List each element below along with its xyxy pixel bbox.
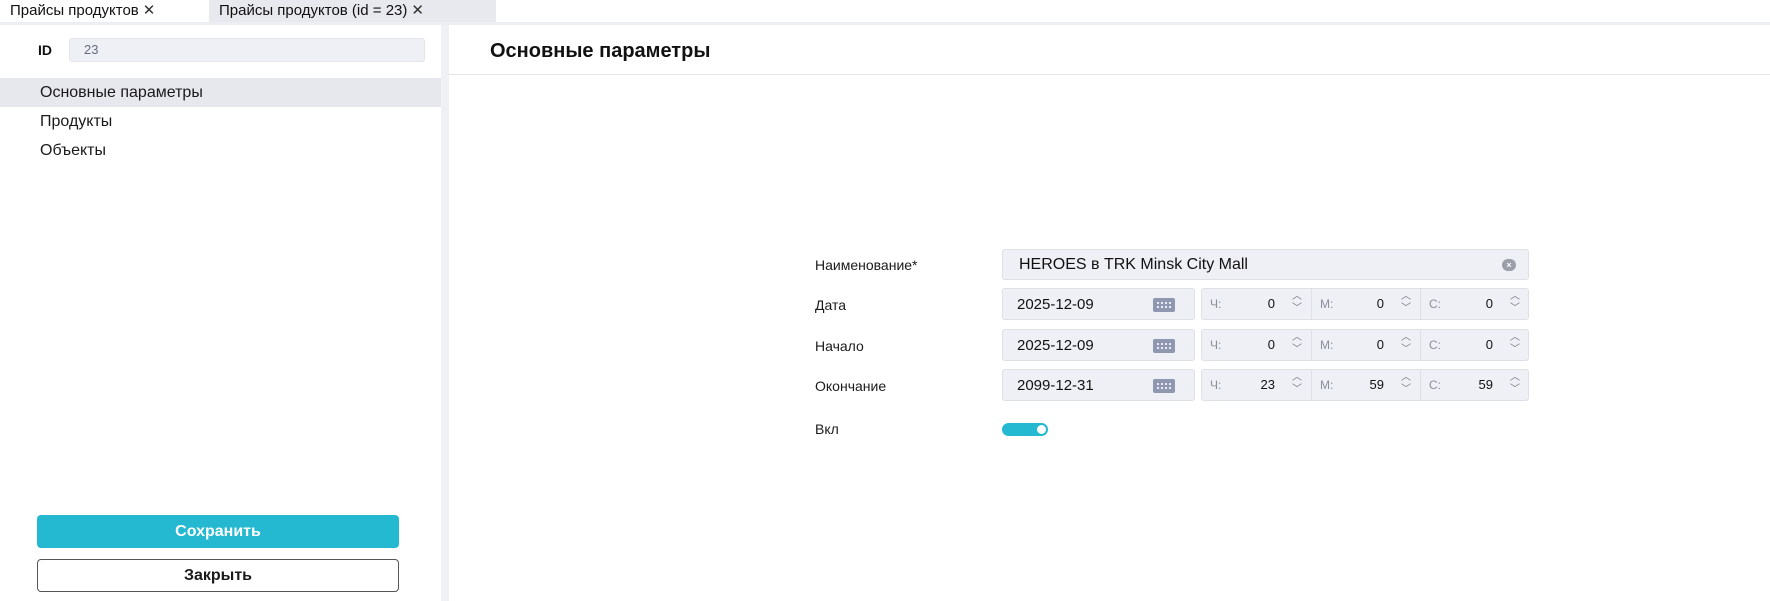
enabled-toggle[interactable] xyxy=(1002,423,1048,436)
sidebar-item-objects[interactable]: Объекты xyxy=(0,136,441,165)
chevron-up-icon[interactable]: ︿ xyxy=(1509,291,1521,303)
enabled-label: Вкл xyxy=(815,421,839,437)
minutes-stepper: ︿ ﹀ xyxy=(1400,372,1412,398)
save-button[interactable]: Сохранить xyxy=(37,515,399,548)
panel-divider xyxy=(441,25,449,601)
seconds-value: 59 xyxy=(1478,377,1493,392)
chevron-up-icon[interactable]: ︿ xyxy=(1509,372,1521,384)
seconds-stepper: ︿ ﹀ xyxy=(1509,372,1521,398)
hours-field[interactable]: Ч: 23 ︿ ﹀ xyxy=(1202,370,1311,400)
chevron-up-icon[interactable]: ︿ xyxy=(1400,372,1412,384)
date-time-picker: Ч: 0 ︿ ﹀ М: 0 ︿ ﹀ С: 0 ︿ ﹀ xyxy=(1201,288,1529,320)
main-panel: Основные параметры Наименование* HEROES … xyxy=(449,25,1770,601)
id-field: 23 xyxy=(69,38,425,62)
hours-value: 0 xyxy=(1267,337,1275,352)
tab-product-prices[interactable]: Прайсы продуктов ✕ xyxy=(0,0,207,22)
calendar-icon[interactable] xyxy=(1153,298,1175,312)
chevron-down-icon[interactable]: ﹀ xyxy=(1291,303,1303,315)
minutes-label: М: xyxy=(1320,297,1334,311)
sidebar: ID 23 Основные параметры Продукты Объект… xyxy=(0,25,447,601)
start-label: Начало xyxy=(815,338,864,354)
hours-field[interactable]: Ч: 0 ︿ ﹀ xyxy=(1202,289,1311,319)
sidebar-nav: Основные параметры Продукты Объекты xyxy=(0,78,441,165)
seconds-label: С: xyxy=(1429,378,1441,392)
chevron-down-icon[interactable]: ﹀ xyxy=(1509,384,1521,396)
end-date-input[interactable]: 2099-12-31 xyxy=(1002,369,1195,401)
date-label: Дата xyxy=(815,297,847,313)
chevron-down-icon[interactable]: ﹀ xyxy=(1509,303,1521,315)
page-title: Основные параметры xyxy=(490,40,711,62)
name-value: HEROES в TRK Minsk City Mall xyxy=(1019,256,1248,273)
seconds-stepper: ︿ ﹀ xyxy=(1509,332,1521,358)
hours-field[interactable]: Ч: 0 ︿ ﹀ xyxy=(1202,330,1311,360)
chevron-up-icon[interactable]: ︿ xyxy=(1291,372,1303,384)
date-input[interactable]: 2025-12-09 xyxy=(1002,288,1195,320)
minutes-label: М: xyxy=(1320,338,1334,352)
hours-stepper: ︿ ﹀ xyxy=(1291,291,1303,317)
hours-label: Ч: xyxy=(1210,297,1222,311)
end-date-value: 2099-12-31 xyxy=(1017,377,1094,394)
chevron-up-icon[interactable]: ︿ xyxy=(1291,332,1303,344)
hours-label: Ч: xyxy=(1210,338,1222,352)
minutes-label: М: xyxy=(1320,378,1334,392)
tab-label: Прайсы продуктов (id = 23) xyxy=(219,2,408,19)
tab-label: Прайсы продуктов xyxy=(10,2,139,19)
chevron-down-icon[interactable]: ﹀ xyxy=(1400,344,1412,356)
tab-product-prices-23[interactable]: Прайсы продуктов (id = 23) ✕ xyxy=(209,0,496,22)
minutes-field[interactable]: М: 0 ︿ ﹀ xyxy=(1311,289,1420,319)
minutes-field[interactable]: М: 59 ︿ ﹀ xyxy=(1311,370,1420,400)
sidebar-item-products[interactable]: Продукты xyxy=(0,107,441,136)
close-icon[interactable]: ✕ xyxy=(143,2,156,19)
name-input[interactable]: HEROES в TRK Minsk City Mall × xyxy=(1002,249,1529,280)
chevron-down-icon[interactable]: ﹀ xyxy=(1400,303,1412,315)
minutes-stepper: ︿ ﹀ xyxy=(1400,291,1412,317)
clear-icon[interactable]: × xyxy=(1502,259,1516,271)
date-value: 2025-12-09 xyxy=(1017,296,1094,313)
close-icon[interactable]: ✕ xyxy=(411,2,424,19)
seconds-field[interactable]: С: 0 ︿ ﹀ xyxy=(1420,330,1529,360)
chevron-up-icon[interactable]: ︿ xyxy=(1291,291,1303,303)
sidebar-item-main-params[interactable]: Основные параметры xyxy=(0,78,441,107)
seconds-stepper: ︿ ﹀ xyxy=(1509,291,1521,317)
seconds-field[interactable]: С: 59 ︿ ﹀ xyxy=(1420,370,1529,400)
seconds-value: 0 xyxy=(1485,337,1493,352)
close-button[interactable]: Закрыть xyxy=(37,559,399,592)
id-label: ID xyxy=(38,42,52,58)
seconds-label: С: xyxy=(1429,338,1441,352)
minutes-value: 59 xyxy=(1369,377,1384,392)
chevron-up-icon[interactable]: ︿ xyxy=(1509,332,1521,344)
tab-bar: Прайсы продуктов ✕ Прайсы продуктов (id =… xyxy=(0,0,1770,23)
title-divider xyxy=(449,74,1770,75)
seconds-label: С: xyxy=(1429,297,1441,311)
hours-stepper: ︿ ﹀ xyxy=(1291,372,1303,398)
chevron-down-icon[interactable]: ﹀ xyxy=(1400,384,1412,396)
chevron-down-icon[interactable]: ﹀ xyxy=(1509,344,1521,356)
calendar-icon[interactable] xyxy=(1153,339,1175,353)
seconds-field[interactable]: С: 0 ︿ ﹀ xyxy=(1420,289,1529,319)
minutes-field[interactable]: М: 0 ︿ ﹀ xyxy=(1311,330,1420,360)
chevron-down-icon[interactable]: ﹀ xyxy=(1291,344,1303,356)
start-time-picker: Ч: 0 ︿ ﹀ М: 0 ︿ ﹀ С: 0 ︿ ﹀ xyxy=(1201,329,1529,361)
seconds-value: 0 xyxy=(1485,296,1493,311)
toggle-knob xyxy=(1037,425,1046,434)
calendar-icon[interactable] xyxy=(1153,379,1175,393)
hours-value: 0 xyxy=(1267,296,1275,311)
start-date-input[interactable]: 2025-12-09 xyxy=(1002,329,1195,361)
minutes-stepper: ︿ ﹀ xyxy=(1400,332,1412,358)
end-label: Окончание xyxy=(815,378,887,394)
minutes-value: 0 xyxy=(1376,337,1384,352)
hours-stepper: ︿ ﹀ xyxy=(1291,332,1303,358)
hours-value: 23 xyxy=(1260,377,1275,392)
end-time-picker: Ч: 23 ︿ ﹀ М: 59 ︿ ﹀ С: 59 ︿ ﹀ xyxy=(1201,369,1529,401)
chevron-up-icon[interactable]: ︿ xyxy=(1400,332,1412,344)
chevron-up-icon[interactable]: ︿ xyxy=(1400,291,1412,303)
hours-label: Ч: xyxy=(1210,378,1222,392)
name-label: Наименование* xyxy=(815,257,918,273)
chevron-down-icon[interactable]: ﹀ xyxy=(1291,384,1303,396)
start-date-value: 2025-12-09 xyxy=(1017,337,1094,354)
minutes-value: 0 xyxy=(1376,296,1384,311)
